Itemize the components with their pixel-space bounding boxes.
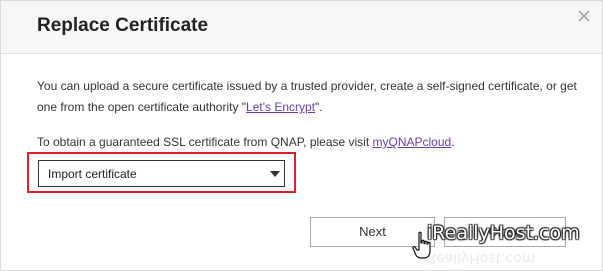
select-value: Import certificate [48,167,137,181]
dialog-title: Replace Certificate [37,15,209,36]
chevron-down-icon [270,171,280,177]
lets-encrypt-link[interactable]: Let's Encrypt [246,100,315,114]
qnap-info-end: . [451,135,455,149]
qnap-info-main: To obtain a guaranteed SSL certificate f… [37,135,373,149]
hand-pointer-icon [411,231,433,261]
qnap-info-text: To obtain a guaranteed SSL certificate f… [37,132,585,153]
description-end: ". [315,100,323,114]
dialog-header: Replace Certificate [1,1,602,54]
watermark-reflection: iReallyHost.com [423,250,536,266]
watermark: iReallyHost.com [427,222,580,244]
replace-certificate-dialog: Replace Certificate You can upload a sec… [0,0,603,271]
myqnapcloud-link[interactable]: myQNAPcloud [373,135,452,149]
description-text: You can upload a secure certificate issu… [37,76,585,118]
close-icon[interactable] [575,7,593,25]
certificate-action-select[interactable]: Import certificate [38,160,285,187]
